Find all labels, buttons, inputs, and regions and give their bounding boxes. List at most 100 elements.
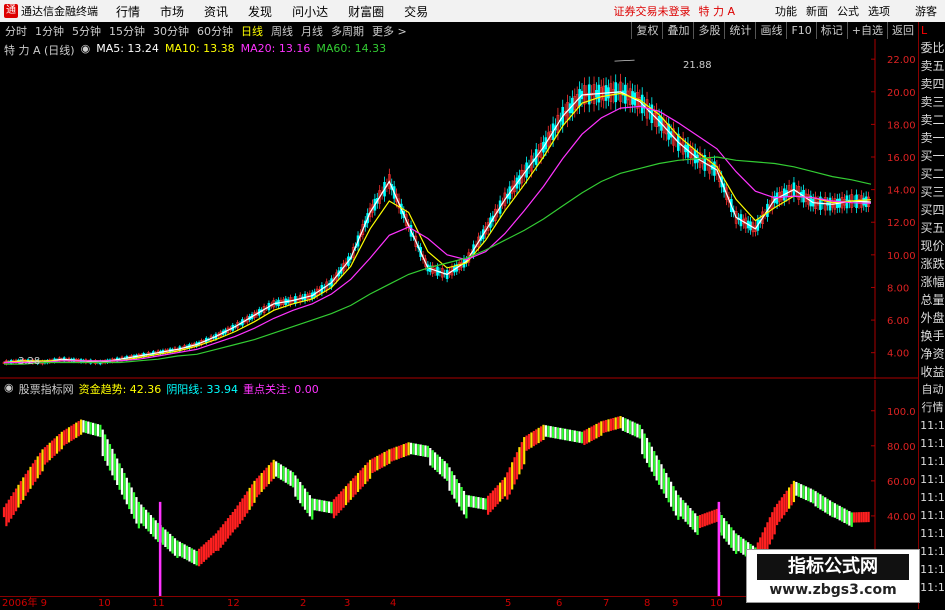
x-label: 3 — [344, 598, 351, 609]
menu-ask[interactable]: 问小达 — [292, 3, 328, 20]
menu-market[interactable]: 市场 — [160, 3, 184, 20]
period-30min[interactable]: 30分钟 — [153, 23, 189, 39]
side-item[interactable]: 卖一 — [919, 129, 945, 147]
side-item[interactable]: 买三 — [919, 183, 945, 201]
tool-f10[interactable]: F10 — [786, 22, 815, 39]
indicator-name: 股票指标网 — [18, 383, 74, 396]
side-item[interactable]: 11:1 — [919, 507, 945, 525]
menu-quotes[interactable]: 行情 — [116, 3, 140, 20]
tool-stats[interactable]: 统计 — [724, 22, 755, 39]
menu-formula[interactable]: 公式 — [837, 3, 859, 19]
side-item[interactable]: 总量 — [919, 291, 945, 309]
side-item[interactable]: 11:1 — [919, 489, 945, 507]
indicator-tick-label: 40.00 — [887, 512, 916, 523]
indicator-legend: ◉ 股票指标网 资金趋势: 42.36 阴阳线: 33.94 重点关注: 0.0… — [4, 381, 324, 397]
menu-options[interactable]: 选项 — [868, 3, 890, 19]
side-item[interactable]: 11:1 — [919, 435, 945, 453]
ma60-label: MA60: 14.33 — [316, 42, 387, 55]
side-item[interactable]: 卖五 — [919, 57, 945, 75]
x-label: 12 — [227, 598, 240, 609]
side-item[interactable]: 11:1 — [919, 453, 945, 471]
menu-wealth[interactable]: 财富圈 — [348, 3, 384, 20]
period-15min[interactable]: 15分钟 — [109, 23, 145, 39]
side-item[interactable]: 买四 — [919, 201, 945, 219]
low-price-label: 3.28 — [18, 356, 40, 367]
ma10-label: MA10: 13.38 — [164, 42, 235, 55]
side-item[interactable]: 收益 — [919, 363, 945, 381]
chart-settings-icon[interactable]: ◉ — [81, 42, 91, 58]
x-label: 6 — [556, 598, 563, 609]
tool-multi-stock[interactable]: 多股 — [693, 22, 724, 39]
side-item[interactable]: 外盘 — [919, 309, 945, 327]
price-tick-label: 14.00 — [887, 186, 916, 197]
side-item[interactable]: 买一 — [919, 147, 945, 165]
tool-adjust[interactable]: 复权 — [631, 22, 662, 39]
side-item[interactable]: 11:1 — [919, 579, 945, 597]
ma20-label: MA20: 13.16 — [240, 42, 311, 55]
side-item[interactable]: 11:1 — [919, 417, 945, 435]
side-item[interactable]: 买二 — [919, 165, 945, 183]
menu-new-page[interactable]: 新面 — [806, 3, 828, 19]
tool-overlay[interactable]: 叠加 — [662, 22, 693, 39]
period-daily[interactable]: 日线 — [241, 23, 263, 39]
tool-draw[interactable]: 画线 — [755, 22, 786, 39]
side-item[interactable]: 委比 — [919, 39, 945, 57]
price-chart-panel[interactable]: 22.00 20.00 18.00 16.00 14.00 12.00 10.00 8.00 6… — [0, 39, 918, 379]
tool-mark[interactable]: 标记 — [815, 22, 847, 39]
price-tick-label: 10.00 — [887, 251, 916, 262]
yinyang-label: 阴阳线: 33.94 — [166, 383, 239, 396]
indicator-tick-label: 60.00 — [887, 477, 916, 488]
period-1min[interactable]: 1分钟 — [35, 23, 64, 39]
side-item[interactable]: 涨幅 — [919, 273, 945, 291]
side-item[interactable]: 11:1 — [919, 543, 945, 561]
menu-news[interactable]: 资讯 — [204, 3, 228, 20]
guest-label[interactable]: 游客 — [915, 3, 937, 19]
period-multi[interactable]: 多周期 — [331, 23, 364, 39]
watermark: 指标公式网 www.zbgs3.com — [746, 549, 920, 603]
price-tick-label: 22.00 — [887, 55, 916, 66]
price-tick-label: 4.00 — [887, 349, 909, 360]
side-item[interactable]: 卖四 — [919, 75, 945, 93]
tool-back[interactable]: 返回 — [887, 22, 918, 39]
period-60min[interactable]: 60分钟 — [197, 23, 233, 39]
price-tick-label: 8.00 — [887, 283, 909, 294]
ma5-label: MA5: 13.24 — [96, 42, 159, 55]
x-label: 10 — [710, 598, 723, 609]
side-item[interactable]: 净资 — [919, 345, 945, 363]
menu-discover[interactable]: 发现 — [248, 3, 272, 20]
quote-side-panel: L 委比 卖五 卖四 卖三 卖二 卖一 买一 买二 买三 买四 买五 现价 涨跌 涨幅 总量 外盘 换手 净资 收益… — [918, 22, 945, 609]
x-label: 2 — [300, 598, 307, 609]
period-monthly[interactable]: 月线 — [301, 23, 323, 39]
side-item[interactable]: 自动 — [919, 381, 945, 399]
tool-add-watchlist[interactable]: +自选 — [846, 22, 887, 39]
x-label: 10 — [98, 598, 111, 609]
period-5min[interactable]: 5分钟 — [72, 23, 101, 39]
side-item[interactable]: 11:1 — [919, 525, 945, 543]
side-item[interactable]: 现价 — [919, 237, 945, 255]
x-label: 5 — [505, 598, 512, 609]
side-item[interactable]: 买五 — [919, 219, 945, 237]
watermark-url: www.zbgs3.com — [769, 582, 897, 598]
period-tick[interactable]: 分时 — [5, 23, 27, 39]
menu-function[interactable]: 功能 — [775, 3, 797, 19]
side-item[interactable]: 11:1 — [919, 561, 945, 579]
period-more[interactable]: 更多 > — [372, 23, 407, 39]
indicator-tick-label: 100.0 — [887, 407, 916, 418]
login-status[interactable]: 证券交易未登录 — [613, 3, 690, 19]
price-bg — [0, 39, 918, 379]
side-item[interactable]: 涨跌 — [919, 255, 945, 273]
price-chart-svg[interactable]: 22.00 20.00 18.00 16.00 14.00 12.00 10.00 8.00 6… — [0, 39, 918, 379]
side-panel-toggle[interactable]: L — [919, 22, 945, 39]
fund-trend-label: 资金趋势: 42.36 — [78, 383, 162, 396]
side-item[interactable]: 11:1 — [919, 471, 945, 489]
side-item[interactable]: 行情 — [919, 399, 945, 417]
period-weekly[interactable]: 周线 — [271, 23, 293, 39]
side-item[interactable]: 卖二 — [919, 111, 945, 129]
menu-trade[interactable]: 交易 — [404, 3, 428, 20]
indicator-settings-icon[interactable]: ◉ — [4, 381, 14, 397]
side-item[interactable]: 换手 — [919, 327, 945, 345]
x-label: 11 — [152, 598, 165, 609]
period-toolbar: 分时 1分钟 5分钟 15分钟 30分钟 60分钟 日线 周线 月线 多周期 更… — [0, 22, 918, 40]
side-item[interactable]: 卖三 — [919, 93, 945, 111]
x-label: 8 — [644, 598, 651, 609]
